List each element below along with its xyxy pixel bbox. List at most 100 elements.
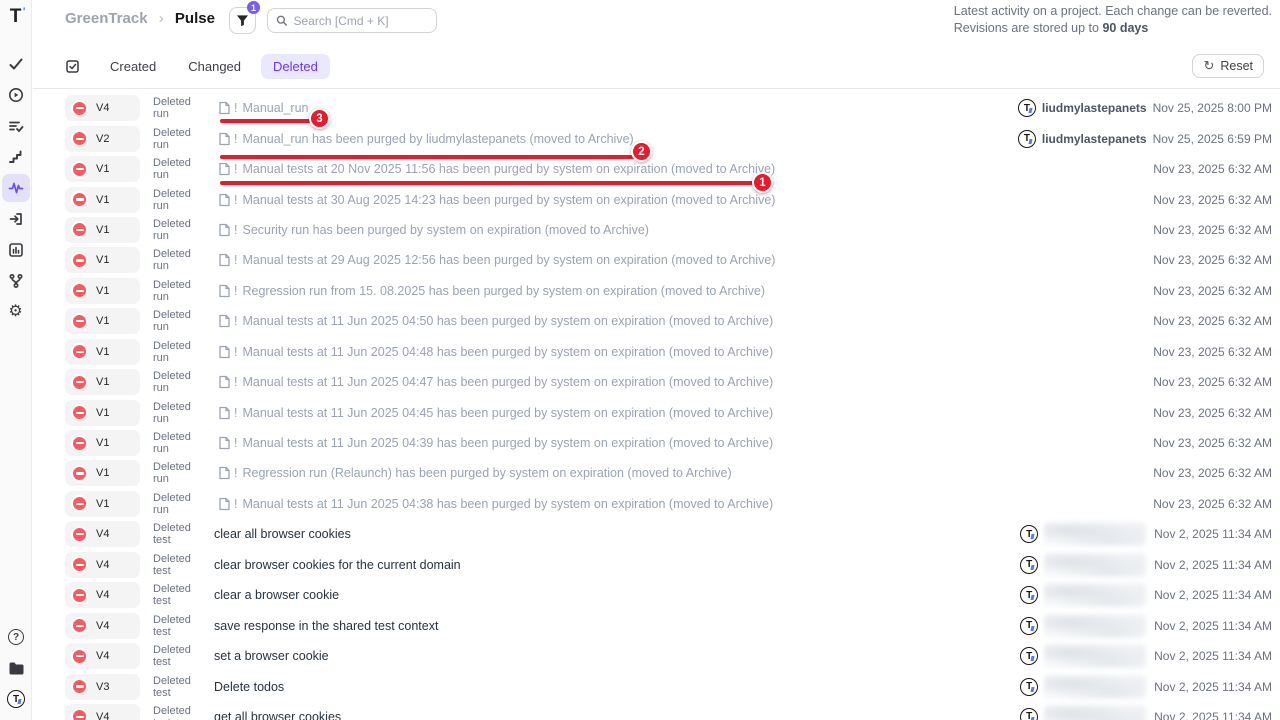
sidebar-item-pulse[interactable] bbox=[2, 174, 30, 202]
version-badge[interactable]: V1 bbox=[65, 217, 140, 243]
search-input[interactable] bbox=[294, 14, 429, 28]
version-badge[interactable]: V1 bbox=[65, 369, 140, 395]
alert-mark: ! bbox=[234, 406, 237, 420]
checklist-icon[interactable] bbox=[65, 59, 80, 74]
version-badge[interactable]: V1 bbox=[65, 308, 140, 334]
row-title[interactable]: !Manual_run bbox=[218, 101, 309, 115]
filter-count-badge: 1 bbox=[247, 1, 260, 14]
row-title[interactable]: !Manual tests at 11 Jun 2025 04:38 has b… bbox=[218, 497, 773, 511]
redacted-user-name bbox=[1044, 553, 1146, 577]
row-title[interactable]: !Manual tests at 11 Jun 2025 04:50 has b… bbox=[218, 314, 773, 328]
row-title-text: Regression run (Relaunch) has been purge… bbox=[242, 466, 731, 480]
sidebar-item-settings[interactable]: ⚙ bbox=[2, 298, 30, 326]
row-title[interactable]: set a browser cookie bbox=[214, 649, 329, 663]
alert-mark: ! bbox=[234, 193, 237, 207]
row-type-label: Deleted test bbox=[153, 522, 209, 546]
row-title[interactable]: clear a browser cookie bbox=[214, 588, 339, 602]
table-row: V1Deleted run!Manual tests at 20 Nov 202… bbox=[32, 154, 1280, 184]
row-title[interactable]: !Regression run from 15. 08.2025 has bee… bbox=[218, 284, 765, 298]
version-badge[interactable]: V4 bbox=[65, 95, 140, 121]
row-title[interactable]: ! Manual tests at 11 Jun 2025 04:45 has b… bbox=[218, 406, 773, 420]
row-title-text: Manual tests at 11 Jun 2025 04:48 has be… bbox=[242, 345, 773, 359]
reset-button[interactable]: ↻ Reset bbox=[1192, 54, 1264, 78]
version-label: V4 bbox=[96, 528, 109, 540]
row-title[interactable]: get all browser cookies bbox=[214, 710, 341, 720]
refresh-icon: ↻ bbox=[1203, 58, 1214, 74]
version-badge[interactable]: V4 bbox=[65, 643, 140, 669]
sidebar-item-runs[interactable] bbox=[2, 81, 30, 109]
sidebar-item-import[interactable] bbox=[2, 205, 30, 233]
row-title[interactable]: !Regression run (Relaunch) has been purg… bbox=[218, 466, 732, 480]
version-label: V1 bbox=[96, 437, 109, 449]
row-title-text: Manual tests at 11 Jun 2025 04:39 has be… bbox=[242, 436, 773, 450]
sidebar-item-checks[interactable] bbox=[2, 50, 30, 78]
version-badge[interactable]: V4 bbox=[65, 521, 140, 547]
row-meta: Nov 23, 2025 6:32 AM bbox=[1153, 406, 1272, 420]
help-icon: ? bbox=[8, 629, 24, 645]
version-badge[interactable]: V4 bbox=[65, 552, 140, 578]
row-title[interactable]: !Manual tests at 11 Jun 2025 04:39 has b… bbox=[218, 436, 773, 450]
version-badge[interactable]: V1 bbox=[65, 156, 140, 182]
row-title-text: Manual tests at 11 Jun 2025 04:45 has be… bbox=[242, 406, 773, 420]
alert-mark: ! bbox=[234, 132, 237, 146]
user-avatar-icon: T bbox=[1020, 617, 1038, 635]
file-alert-icon bbox=[218, 101, 231, 115]
row-title[interactable]: !Manual tests at 11 Jun 2025 04:48 has b… bbox=[218, 345, 773, 359]
version-badge[interactable]: V1 bbox=[65, 278, 140, 304]
row-title[interactable]: !Manual tests at 20 Nov 2025 11:56 has b… bbox=[218, 162, 775, 176]
funnel-icon bbox=[236, 14, 249, 27]
version-badge[interactable]: V1 bbox=[65, 339, 140, 365]
row-title[interactable]: !Manual tests at 11 Jun 2025 04:47 has b… bbox=[218, 375, 773, 389]
pulse-icon bbox=[8, 180, 24, 196]
row-type-label: Deleted run bbox=[153, 370, 209, 394]
row-title[interactable]: clear browser cookies for the current do… bbox=[214, 558, 461, 572]
version-badge[interactable]: V4 bbox=[65, 613, 140, 639]
sidebar-item-projects[interactable] bbox=[2, 654, 30, 682]
row-title[interactable]: save response in the shared test context bbox=[214, 619, 438, 633]
search-bar[interactable] bbox=[267, 8, 437, 33]
version-badge[interactable]: V4 bbox=[65, 704, 140, 720]
timestamp: Nov 2, 2025 11:34 AM bbox=[1154, 588, 1272, 602]
sidebar-item-milestones[interactable] bbox=[2, 143, 30, 171]
version-badge[interactable]: V1 bbox=[65, 430, 140, 456]
sidebar-item-plans[interactable] bbox=[2, 112, 30, 140]
version-label: V2 bbox=[96, 133, 109, 145]
user-avatar-icon: T bbox=[1020, 556, 1038, 574]
annotation-underline bbox=[220, 181, 754, 185]
version-badge[interactable]: V2 bbox=[65, 126, 140, 152]
row-title[interactable]: !Security run has been purged by system … bbox=[218, 223, 649, 237]
version-badge[interactable]: V1 bbox=[65, 460, 140, 486]
row-title[interactable]: ! Manual_run has been purged by liudmylas… bbox=[218, 132, 634, 146]
app-logo-icon[interactable]: T' bbox=[2, 6, 30, 28]
breadcrumb-project[interactable]: GreenTrack bbox=[65, 10, 148, 27]
tab-changed[interactable]: Changed bbox=[176, 54, 253, 79]
table-row: V3Deleted testDelete todosTNov 2, 2025 1… bbox=[32, 671, 1280, 701]
sidebar-item-branches[interactable] bbox=[2, 267, 30, 295]
version-badge[interactable]: V1 bbox=[65, 187, 140, 213]
row-title[interactable]: !Manual tests at 30 Aug 2025 14:23 has b… bbox=[218, 193, 775, 207]
timestamp: Nov 23, 2025 6:32 AM bbox=[1153, 345, 1272, 359]
version-badge[interactable]: V3 bbox=[65, 674, 140, 700]
version-badge[interactable]: V4 bbox=[65, 582, 140, 608]
version-label: V4 bbox=[96, 102, 109, 114]
minus-icon bbox=[71, 404, 88, 421]
version-badge[interactable]: V1 bbox=[65, 400, 140, 426]
user-avatar-icon: T bbox=[1020, 647, 1038, 665]
chevron-right-icon: › bbox=[159, 10, 164, 27]
row-title[interactable]: clear all browser cookies bbox=[214, 527, 351, 541]
tab-deleted[interactable]: Deleted bbox=[261, 54, 330, 79]
row-title-text: Manual_run has been purged by liudmylast… bbox=[242, 132, 633, 146]
sidebar-item-analytics[interactable] bbox=[2, 236, 30, 264]
version-badge[interactable]: V1 bbox=[65, 247, 140, 273]
row-meta: TNov 2, 2025 11:34 AM bbox=[1020, 675, 1272, 699]
version-badge[interactable]: V1 bbox=[65, 491, 140, 517]
row-title[interactable]: !Manual tests at 29 Aug 2025 12:56 has b… bbox=[218, 253, 775, 267]
sidebar-item-account[interactable]: T bbox=[2, 685, 30, 713]
row-title[interactable]: Delete todos bbox=[214, 680, 284, 694]
tab-created[interactable]: Created bbox=[98, 54, 168, 79]
minus-icon bbox=[71, 648, 88, 665]
sidebar-item-help[interactable]: ? bbox=[2, 623, 30, 651]
minus-icon bbox=[71, 556, 88, 573]
table-row: V1Deleted run!Regression run (Relaunch) … bbox=[32, 458, 1280, 488]
branch-icon bbox=[8, 273, 24, 289]
